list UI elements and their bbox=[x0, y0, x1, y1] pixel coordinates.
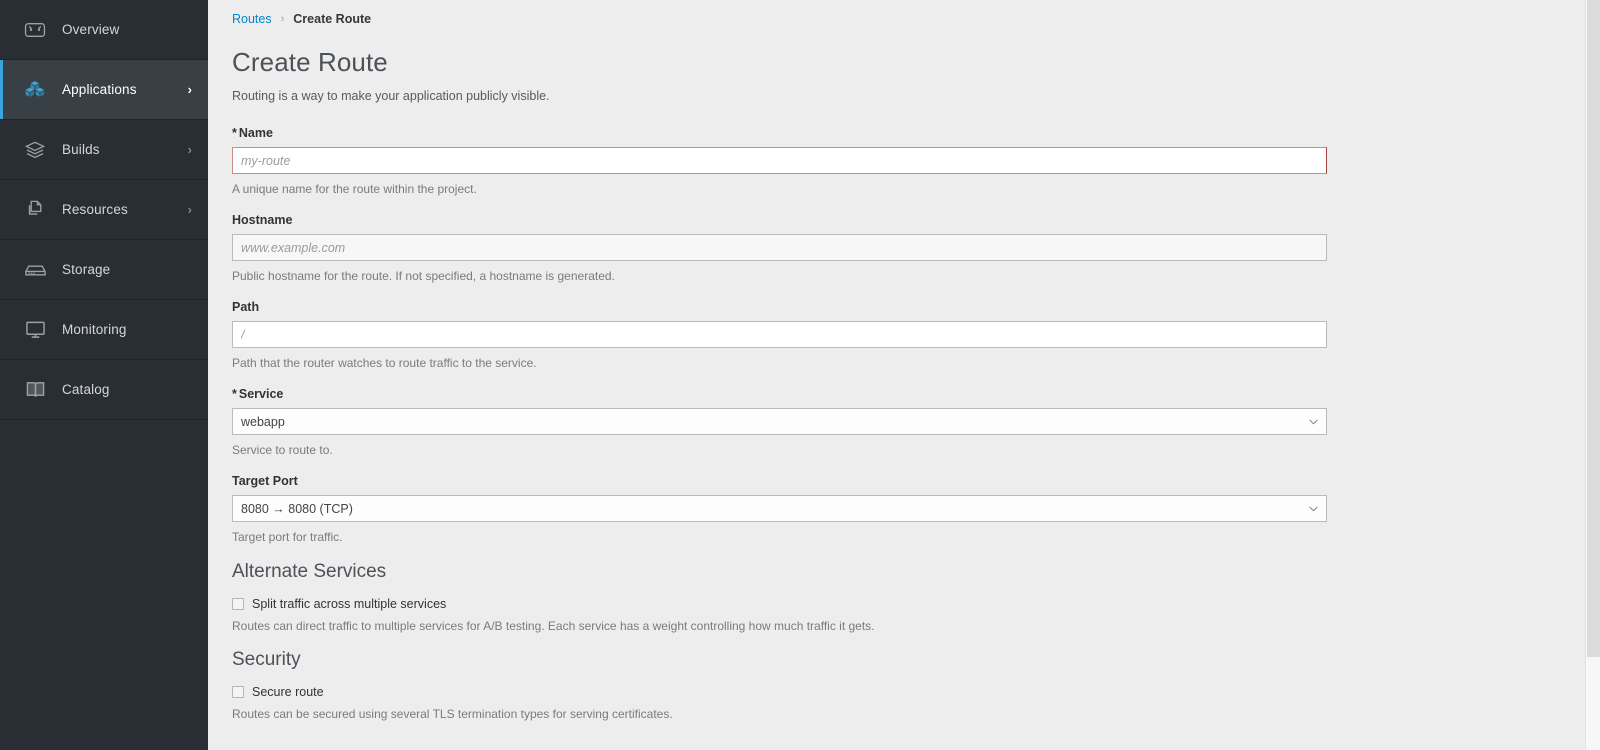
label-path: Path bbox=[232, 300, 260, 314]
main-content: Routes › Create Route Create Route Routi… bbox=[208, 0, 1600, 750]
sidebar-item-builds[interactable]: Builds › bbox=[0, 120, 208, 180]
help-hostname: Public hostname for the route. If not sp… bbox=[232, 269, 615, 283]
help-security: Routes can be secured using several TLS … bbox=[232, 707, 673, 721]
content-inner: Routes › Create Route Create Route Routi… bbox=[226, 0, 1563, 721]
copy-files-icon bbox=[22, 199, 48, 221]
sidebar-item-storage[interactable]: Storage bbox=[0, 240, 208, 300]
sidebar-label-resources: Resources bbox=[62, 202, 128, 217]
database-icon bbox=[22, 259, 48, 281]
checkbox-row-secure-route[interactable]: Secure route bbox=[232, 685, 1563, 699]
help-path: Path that the router watches to route tr… bbox=[232, 356, 537, 370]
service-select-wrapper: webapp bbox=[232, 408, 1327, 435]
cubes-icon bbox=[22, 79, 48, 101]
help-alternate-services: Routes can direct traffic to multiple se… bbox=[232, 619, 875, 633]
label-service: * Service bbox=[232, 387, 1563, 401]
required-marker-name: * bbox=[232, 126, 237, 140]
content-right-gutter bbox=[1555, 0, 1585, 750]
sidebar-label-monitoring: Monitoring bbox=[62, 322, 127, 337]
field-group-path: Path Path that the router watches to rou… bbox=[232, 300, 1563, 370]
name-input[interactable] bbox=[232, 147, 1327, 174]
page-subtitle: Routing is a way to make your applicatio… bbox=[232, 89, 550, 103]
sidebar-label-storage: Storage bbox=[62, 262, 111, 277]
service-select[interactable]: webapp bbox=[232, 408, 1327, 435]
sidebar-empty-space bbox=[0, 420, 208, 750]
sidebar-item-applications[interactable]: Applications › bbox=[0, 60, 208, 120]
primary-sidebar: Overview Applications › Builds › Resourc… bbox=[0, 0, 208, 750]
help-target-port: Target port for traffic. bbox=[232, 530, 343, 544]
page-title: Create Route bbox=[232, 47, 388, 77]
scrollbar-thumb[interactable] bbox=[1587, 0, 1600, 657]
sidebar-item-resources[interactable]: Resources › bbox=[0, 180, 208, 240]
checkbox-label-secure-route: Secure route bbox=[252, 685, 324, 699]
sidebar-label-applications: Applications bbox=[62, 82, 137, 97]
sidebar-item-catalog[interactable]: Catalog bbox=[0, 360, 208, 420]
create-route-page: Overview Applications › Builds › Resourc… bbox=[0, 0, 1600, 750]
target-port-select-wrapper: 8080 → 8080 (TCP) bbox=[232, 495, 1327, 522]
checkbox-row-split-traffic[interactable]: Split traffic across multiple services bbox=[232, 597, 1563, 611]
create-route-form: *Name A unique name for the route within… bbox=[226, 126, 1563, 721]
chevron-right-icon-applications: › bbox=[187, 82, 192, 97]
label-text-service: Service bbox=[238, 387, 284, 401]
label-hostname: Hostname bbox=[232, 213, 293, 227]
chevron-right-icon-builds: › bbox=[187, 142, 192, 157]
breadcrumb: Routes › Create Route bbox=[226, 12, 1563, 26]
section-title-security: Security bbox=[232, 649, 301, 670]
chevron-right-icon-breadcrumb: › bbox=[280, 13, 285, 25]
sidebar-item-monitoring[interactable]: Monitoring bbox=[0, 300, 208, 360]
required-marker-service: * bbox=[232, 387, 237, 401]
field-group-hostname: Hostname Public hostname for the route. … bbox=[232, 213, 1563, 283]
book-icon bbox=[22, 379, 48, 401]
breadcrumb-current: Create Route bbox=[293, 12, 372, 26]
layers-icon bbox=[22, 139, 48, 161]
help-service: Service to route to. bbox=[232, 443, 333, 457]
monitor-icon bbox=[22, 319, 48, 341]
chevron-right-icon-resources: › bbox=[187, 202, 192, 217]
label-target-port: Target Port bbox=[232, 474, 298, 488]
service-selected-value: webapp bbox=[241, 414, 285, 429]
target-port-select[interactable]: 8080 → 8080 (TCP) bbox=[232, 495, 1327, 522]
label-name: * Name bbox=[232, 126, 1563, 140]
sidebar-label-builds: Builds bbox=[62, 142, 100, 157]
gauge-icon bbox=[22, 19, 48, 41]
checkbox-split-traffic[interactable] bbox=[232, 598, 244, 610]
target-port-selected-value: 8080 → 8080 (TCP) bbox=[241, 501, 353, 516]
section-title-alternate-services: Alternate Services bbox=[232, 561, 387, 582]
sidebar-label-overview: Overview bbox=[62, 22, 120, 37]
help-name: A unique name for the route within the p… bbox=[232, 182, 477, 196]
breadcrumb-link-routes[interactable]: Routes bbox=[232, 12, 272, 26]
checkbox-secure-route[interactable] bbox=[232, 686, 244, 698]
sidebar-label-catalog: Catalog bbox=[62, 382, 110, 397]
hostname-input[interactable] bbox=[232, 234, 1327, 261]
field-group-target-port: Target Port 8080 → 8080 (TCP) Target por… bbox=[232, 474, 1563, 544]
sidebar-item-overview[interactable]: Overview bbox=[0, 0, 208, 60]
field-group-name: *Name A unique name for the route within… bbox=[232, 126, 1563, 196]
label-text-name: Name bbox=[238, 126, 273, 140]
path-input[interactable] bbox=[232, 321, 1327, 348]
field-group-service: * Service webapp Service to route to. bbox=[232, 387, 1563, 457]
checkbox-label-split-traffic: Split traffic across multiple services bbox=[252, 597, 447, 611]
vertical-scrollbar[interactable] bbox=[1585, 0, 1600, 750]
